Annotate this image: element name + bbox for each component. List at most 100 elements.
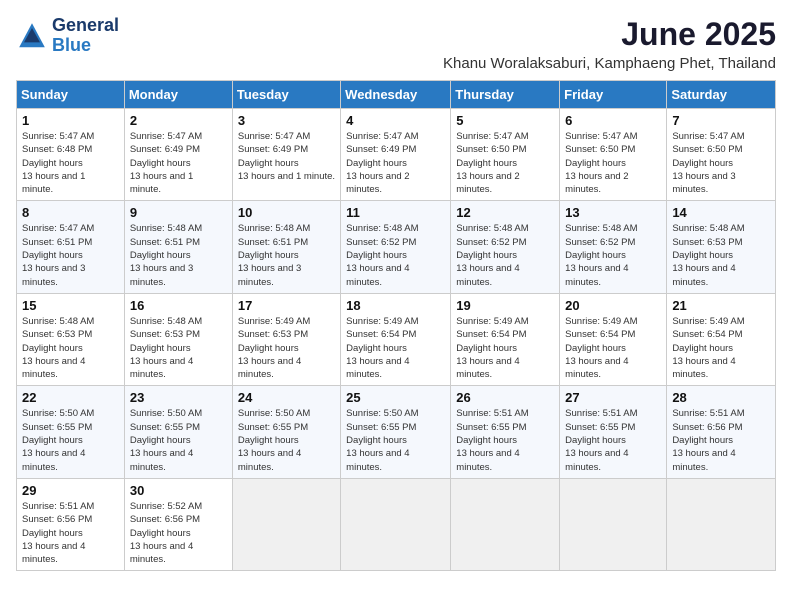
subtitle: Khanu Woralaksaburi, Kamphaeng Phet, Tha…	[443, 55, 776, 72]
day-number: 24	[238, 390, 335, 405]
day-number: 19	[456, 298, 554, 313]
day-info: Sunrise: 5:47 AM Sunset: 6:49 PM Dayligh…	[238, 130, 335, 183]
col-thursday: Thursday	[451, 81, 560, 109]
calendar-week-row: 8 Sunrise: 5:47 AM Sunset: 6:51 PM Dayli…	[17, 201, 776, 293]
calendar-cell: 17 Sunrise: 5:49 AM Sunset: 6:53 PM Dayl…	[232, 293, 340, 385]
calendar-cell: 25 Sunrise: 5:50 AM Sunset: 6:55 PM Dayl…	[341, 386, 451, 478]
day-info: Sunrise: 5:49 AM Sunset: 6:54 PM Dayligh…	[346, 315, 445, 381]
calendar-cell	[560, 478, 667, 570]
day-info: Sunrise: 5:51 AM Sunset: 6:55 PM Dayligh…	[456, 407, 554, 473]
day-info: Sunrise: 5:48 AM Sunset: 6:52 PM Dayligh…	[565, 222, 661, 288]
day-info: Sunrise: 5:50 AM Sunset: 6:55 PM Dayligh…	[238, 407, 335, 473]
day-info: Sunrise: 5:52 AM Sunset: 6:56 PM Dayligh…	[130, 500, 227, 566]
calendar-week-row: 22 Sunrise: 5:50 AM Sunset: 6:55 PM Dayl…	[17, 386, 776, 478]
calendar-cell: 30 Sunrise: 5:52 AM Sunset: 6:56 PM Dayl…	[124, 478, 232, 570]
calendar-cell: 22 Sunrise: 5:50 AM Sunset: 6:55 PM Dayl…	[17, 386, 125, 478]
day-info: Sunrise: 5:51 AM Sunset: 6:55 PM Dayligh…	[565, 407, 661, 473]
day-info: Sunrise: 5:50 AM Sunset: 6:55 PM Dayligh…	[346, 407, 445, 473]
day-info: Sunrise: 5:48 AM Sunset: 6:53 PM Dayligh…	[672, 222, 770, 288]
calendar-cell: 26 Sunrise: 5:51 AM Sunset: 6:55 PM Dayl…	[451, 386, 560, 478]
day-number: 15	[22, 298, 119, 313]
logo-text: General Blue	[52, 16, 119, 56]
col-tuesday: Tuesday	[232, 81, 340, 109]
day-info: Sunrise: 5:48 AM Sunset: 6:51 PM Dayligh…	[130, 222, 227, 288]
day-info: Sunrise: 5:48 AM Sunset: 6:53 PM Dayligh…	[22, 315, 119, 381]
main-title: June 2025	[443, 16, 776, 53]
day-info: Sunrise: 5:49 AM Sunset: 6:54 PM Dayligh…	[456, 315, 554, 381]
logo-icon	[16, 20, 48, 52]
header: General Blue June 2025 Khanu Woralaksabu…	[16, 16, 776, 72]
day-info: Sunrise: 5:51 AM Sunset: 6:56 PM Dayligh…	[22, 500, 119, 566]
calendar-cell: 19 Sunrise: 5:49 AM Sunset: 6:54 PM Dayl…	[451, 293, 560, 385]
calendar-cell: 5 Sunrise: 5:47 AM Sunset: 6:50 PM Dayli…	[451, 109, 560, 201]
calendar-cell: 21 Sunrise: 5:49 AM Sunset: 6:54 PM Dayl…	[667, 293, 776, 385]
day-number: 5	[456, 113, 554, 128]
day-number: 25	[346, 390, 445, 405]
calendar-cell: 24 Sunrise: 5:50 AM Sunset: 6:55 PM Dayl…	[232, 386, 340, 478]
day-number: 1	[22, 113, 119, 128]
calendar-cell: 10 Sunrise: 5:48 AM Sunset: 6:51 PM Dayl…	[232, 201, 340, 293]
day-info: Sunrise: 5:48 AM Sunset: 6:52 PM Dayligh…	[346, 222, 445, 288]
day-info: Sunrise: 5:47 AM Sunset: 6:48 PM Dayligh…	[22, 130, 119, 196]
day-info: Sunrise: 5:49 AM Sunset: 6:54 PM Dayligh…	[565, 315, 661, 381]
calendar-cell: 15 Sunrise: 5:48 AM Sunset: 6:53 PM Dayl…	[17, 293, 125, 385]
calendar-cell: 14 Sunrise: 5:48 AM Sunset: 6:53 PM Dayl…	[667, 201, 776, 293]
day-number: 28	[672, 390, 770, 405]
calendar-cell: 18 Sunrise: 5:49 AM Sunset: 6:54 PM Dayl…	[341, 293, 451, 385]
calendar-cell: 4 Sunrise: 5:47 AM Sunset: 6:49 PM Dayli…	[341, 109, 451, 201]
logo: General Blue	[16, 16, 119, 56]
calendar-header-row: Sunday Monday Tuesday Wednesday Thursday…	[17, 81, 776, 109]
day-number: 11	[346, 205, 445, 220]
day-info: Sunrise: 5:48 AM Sunset: 6:52 PM Dayligh…	[456, 222, 554, 288]
calendar-cell: 1 Sunrise: 5:47 AM Sunset: 6:48 PM Dayli…	[17, 109, 125, 201]
day-number: 18	[346, 298, 445, 313]
day-info: Sunrise: 5:50 AM Sunset: 6:55 PM Dayligh…	[22, 407, 119, 473]
day-number: 26	[456, 390, 554, 405]
day-number: 23	[130, 390, 227, 405]
calendar-cell: 3 Sunrise: 5:47 AM Sunset: 6:49 PM Dayli…	[232, 109, 340, 201]
calendar-cell: 13 Sunrise: 5:48 AM Sunset: 6:52 PM Dayl…	[560, 201, 667, 293]
calendar: Sunday Monday Tuesday Wednesday Thursday…	[16, 80, 776, 571]
calendar-cell: 7 Sunrise: 5:47 AM Sunset: 6:50 PM Dayli…	[667, 109, 776, 201]
day-number: 10	[238, 205, 335, 220]
calendar-cell: 16 Sunrise: 5:48 AM Sunset: 6:53 PM Dayl…	[124, 293, 232, 385]
calendar-cell	[341, 478, 451, 570]
day-number: 29	[22, 483, 119, 498]
calendar-cell: 27 Sunrise: 5:51 AM Sunset: 6:55 PM Dayl…	[560, 386, 667, 478]
day-info: Sunrise: 5:49 AM Sunset: 6:54 PM Dayligh…	[672, 315, 770, 381]
calendar-cell	[451, 478, 560, 570]
calendar-cell: 28 Sunrise: 5:51 AM Sunset: 6:56 PM Dayl…	[667, 386, 776, 478]
day-number: 6	[565, 113, 661, 128]
day-number: 12	[456, 205, 554, 220]
calendar-cell: 8 Sunrise: 5:47 AM Sunset: 6:51 PM Dayli…	[17, 201, 125, 293]
col-saturday: Saturday	[667, 81, 776, 109]
day-info: Sunrise: 5:47 AM Sunset: 6:50 PM Dayligh…	[565, 130, 661, 196]
day-info: Sunrise: 5:50 AM Sunset: 6:55 PM Dayligh…	[130, 407, 227, 473]
title-area: June 2025 Khanu Woralaksaburi, Kamphaeng…	[443, 16, 776, 72]
day-info: Sunrise: 5:47 AM Sunset: 6:49 PM Dayligh…	[130, 130, 227, 196]
calendar-cell: 11 Sunrise: 5:48 AM Sunset: 6:52 PM Dayl…	[341, 201, 451, 293]
day-number: 4	[346, 113, 445, 128]
calendar-week-row: 15 Sunrise: 5:48 AM Sunset: 6:53 PM Dayl…	[17, 293, 776, 385]
day-number: 3	[238, 113, 335, 128]
day-info: Sunrise: 5:47 AM Sunset: 6:49 PM Dayligh…	[346, 130, 445, 196]
col-monday: Monday	[124, 81, 232, 109]
calendar-week-row: 29 Sunrise: 5:51 AM Sunset: 6:56 PM Dayl…	[17, 478, 776, 570]
day-number: 22	[22, 390, 119, 405]
calendar-cell: 23 Sunrise: 5:50 AM Sunset: 6:55 PM Dayl…	[124, 386, 232, 478]
day-info: Sunrise: 5:48 AM Sunset: 6:51 PM Dayligh…	[238, 222, 335, 288]
day-info: Sunrise: 5:47 AM Sunset: 6:50 PM Dayligh…	[456, 130, 554, 196]
day-number: 30	[130, 483, 227, 498]
col-sunday: Sunday	[17, 81, 125, 109]
day-number: 16	[130, 298, 227, 313]
calendar-cell: 20 Sunrise: 5:49 AM Sunset: 6:54 PM Dayl…	[560, 293, 667, 385]
calendar-cell: 9 Sunrise: 5:48 AM Sunset: 6:51 PM Dayli…	[124, 201, 232, 293]
day-number: 7	[672, 113, 770, 128]
day-number: 27	[565, 390, 661, 405]
calendar-cell	[232, 478, 340, 570]
col-wednesday: Wednesday	[341, 81, 451, 109]
calendar-cell: 6 Sunrise: 5:47 AM Sunset: 6:50 PM Dayli…	[560, 109, 667, 201]
day-info: Sunrise: 5:49 AM Sunset: 6:53 PM Dayligh…	[238, 315, 335, 381]
day-info: Sunrise: 5:51 AM Sunset: 6:56 PM Dayligh…	[672, 407, 770, 473]
calendar-cell: 29 Sunrise: 5:51 AM Sunset: 6:56 PM Dayl…	[17, 478, 125, 570]
